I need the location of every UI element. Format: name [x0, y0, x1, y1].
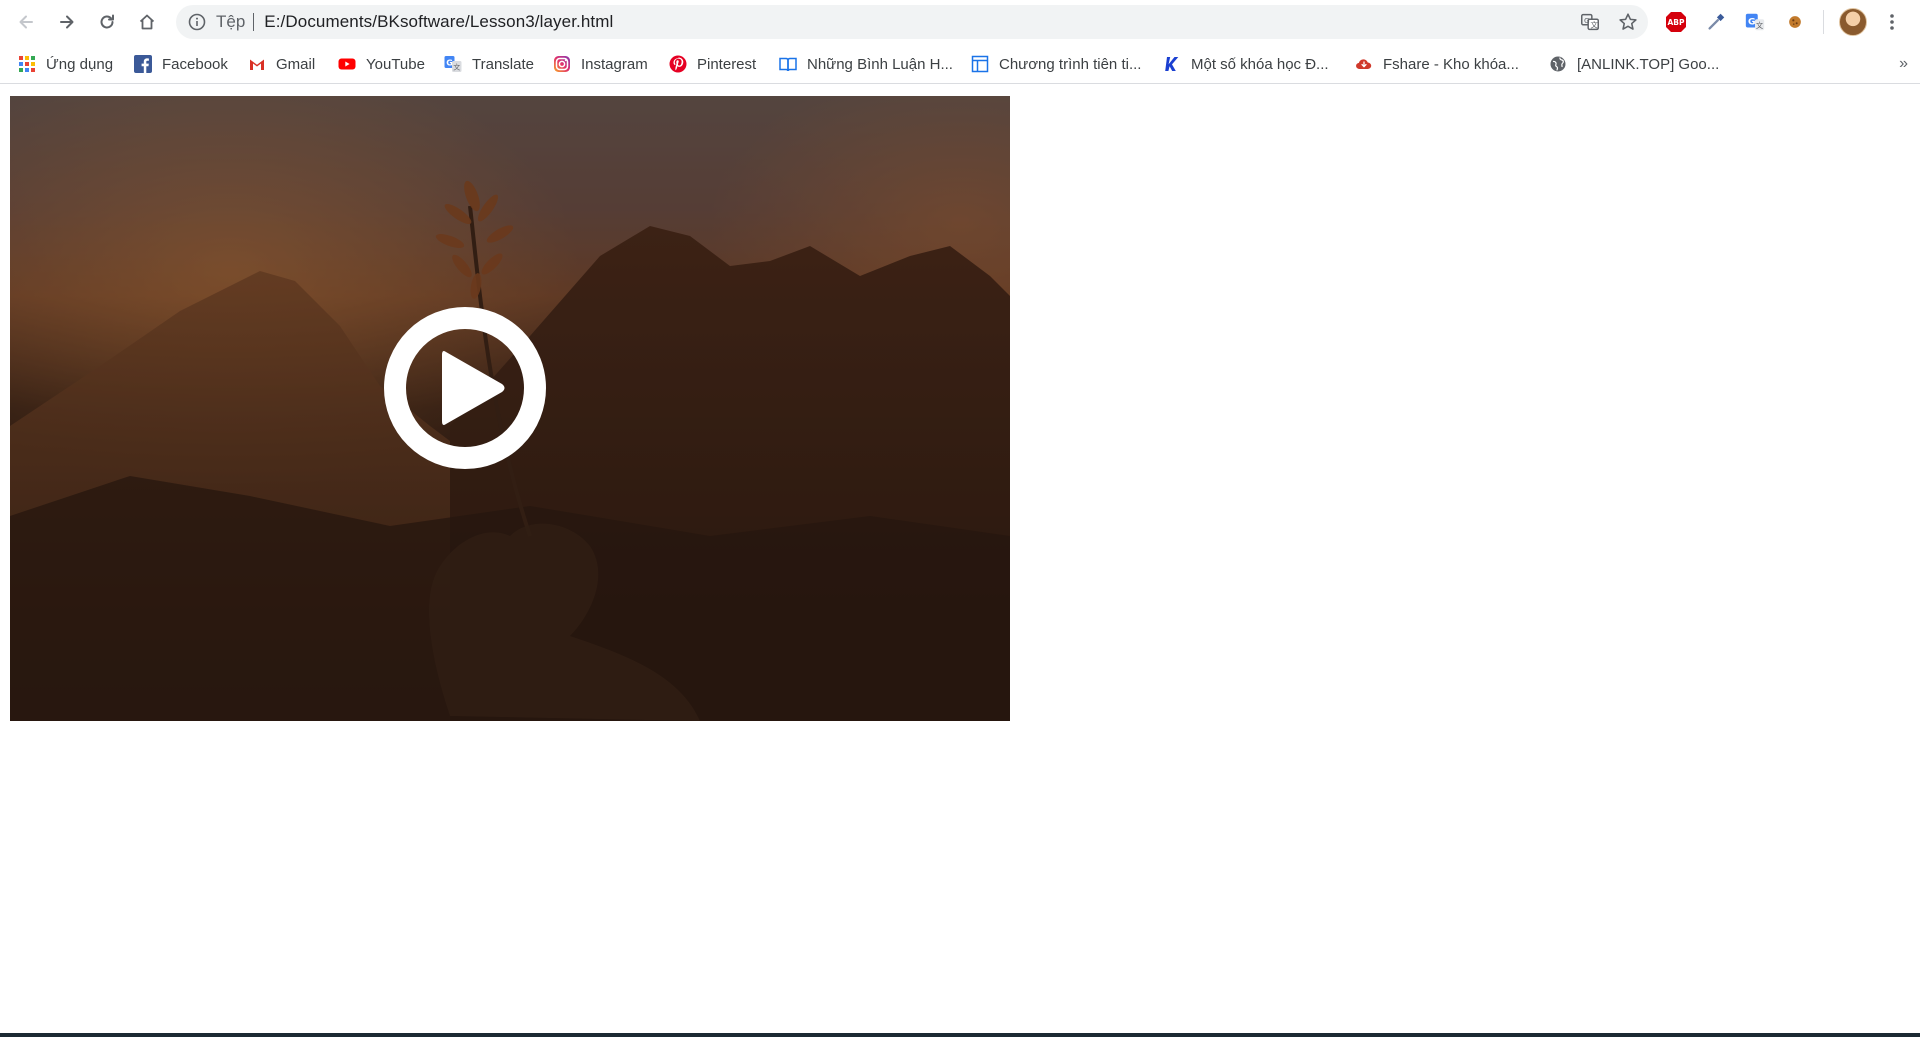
instagram-icon — [553, 55, 571, 73]
home-button[interactable] — [131, 6, 163, 38]
info-icon[interactable] — [188, 13, 206, 31]
adblock-plus-icon[interactable]: ABP — [1662, 8, 1690, 36]
reload-icon — [100, 14, 114, 29]
translate-icon[interactable]: G文 — [1578, 10, 1602, 34]
svg-text:ABP: ABP — [1667, 18, 1685, 27]
bookmark-youtube[interactable]: YouTube — [338, 50, 425, 78]
reload-button[interactable] — [91, 6, 123, 38]
address-url[interactable]: E:/Documents/BKsoftware/Lesson3/layer.ht… — [264, 12, 613, 32]
k-logo-icon — [1163, 55, 1181, 73]
video-thumbnail[interactable] — [10, 96, 1010, 721]
bookmarks-bar: Ứng dụng Facebook Gmail YouTube G文 Trans… — [0, 44, 1920, 84]
profile-avatar[interactable] — [1839, 8, 1867, 36]
svg-text:G: G — [1584, 16, 1590, 25]
bookmark-apps[interactable]: Ứng dụng — [18, 50, 113, 78]
bookmark-label: Những Bình Luận H... — [807, 55, 953, 73]
globe-icon — [1549, 55, 1567, 73]
kebab-menu-icon[interactable] — [1880, 8, 1904, 36]
svg-text:文: 文 — [1756, 21, 1764, 30]
bookmark-translate[interactable]: G文 Translate — [444, 50, 534, 78]
youtube-icon — [338, 55, 356, 73]
play-circle-icon[interactable] — [384, 307, 546, 469]
address-bar[interactable]: Tệp E:/Documents/BKsoftware/Lesson3/laye… — [176, 5, 1648, 39]
toolbar-divider — [1823, 10, 1824, 34]
eyedropper-icon[interactable] — [1702, 8, 1730, 36]
svg-text:文: 文 — [453, 63, 460, 72]
bookmark-fshare[interactable]: Fshare - Kho khóa... — [1355, 50, 1519, 78]
address-bar-actions: G文 — [1578, 5, 1640, 39]
book-icon — [779, 55, 797, 73]
bookmark-label: Một số khóa học Đ... — [1191, 55, 1329, 73]
arrow-right-icon — [60, 15, 74, 29]
bookmark-gmail[interactable]: Gmail — [248, 50, 315, 78]
address-separator — [253, 13, 255, 31]
bookmark-label: Facebook — [162, 55, 228, 73]
bookmark-pinterest[interactable]: Pinterest — [669, 50, 756, 78]
taskbar-edge — [0, 1033, 1920, 1037]
bookmark-label: Instagram — [581, 55, 648, 73]
pinterest-icon — [669, 55, 687, 73]
bookmark-instagram[interactable]: Instagram — [553, 50, 648, 78]
cloud-icon — [1355, 55, 1373, 73]
arrow-left-icon — [19, 15, 33, 29]
bookmark-label: Ứng dụng — [46, 55, 114, 73]
address-scheme-label: Tệp — [216, 12, 246, 31]
bookmark-label: Translate — [472, 55, 534, 73]
translate-icon: G文 — [444, 55, 462, 73]
home-icon — [139, 14, 155, 30]
bookmark-mot-so-khoa-hoc[interactable]: Một số khóa học Đ... — [1163, 50, 1329, 78]
forward-button[interactable] — [51, 6, 83, 38]
bookmark-chuong-trinh[interactable]: Chương trình tiên ti... — [971, 50, 1141, 78]
gmail-icon — [248, 55, 266, 73]
bookmark-label: YouTube — [366, 55, 425, 73]
bookmark-nhung-binh-luan[interactable]: Những Bình Luận H... — [779, 50, 953, 78]
bookmark-label: Pinterest — [697, 55, 757, 73]
google-translate-icon[interactable]: G文 — [1741, 8, 1769, 36]
bookmark-label: Chương trình tiên ti... — [999, 55, 1142, 73]
bookmark-label: [ANLINK.TOP] Goo... — [1577, 55, 1720, 73]
bookmark-label: Fshare - Kho khóa... — [1383, 55, 1519, 73]
browser-toolbar: Tệp E:/Documents/BKsoftware/Lesson3/laye… — [0, 0, 1920, 44]
svg-text:G: G — [446, 59, 453, 68]
bookmark-facebook[interactable]: Facebook — [134, 50, 228, 78]
svg-text:文: 文 — [1590, 21, 1598, 30]
apps-grid-icon — [18, 55, 36, 73]
bookmark-anlink[interactable]: [ANLINK.TOP] Goo... — [1549, 50, 1719, 78]
svg-text:G: G — [1748, 16, 1756, 27]
bookmark-label: Gmail — [276, 55, 316, 73]
layout-icon — [971, 55, 989, 73]
star-icon[interactable] — [1616, 10, 1640, 34]
cookie-icon[interactable] — [1781, 8, 1809, 36]
back-button[interactable] — [10, 6, 42, 38]
facebook-icon — [134, 55, 152, 73]
bookmarks-overflow-button[interactable]: » — [1899, 50, 1908, 78]
